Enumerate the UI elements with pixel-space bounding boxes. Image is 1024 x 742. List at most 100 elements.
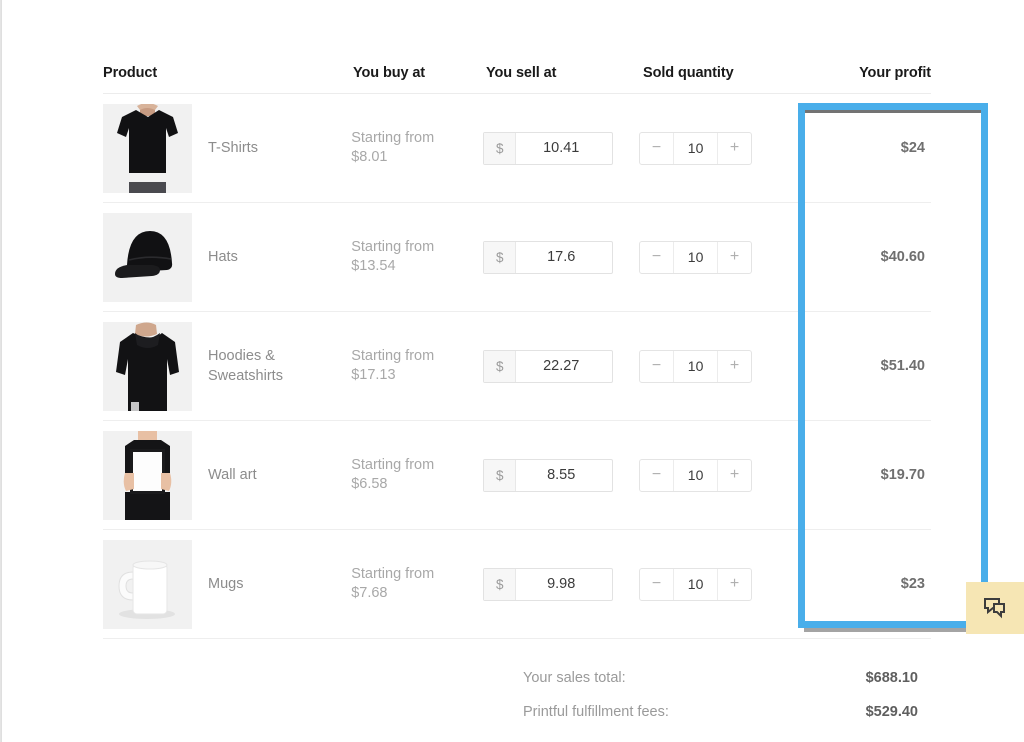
buy-price-prefix: Starting from xyxy=(351,457,435,473)
column-header-your-profit: Your profit xyxy=(859,65,931,81)
quantity-cell: − 10 + xyxy=(639,349,796,383)
product-cell: Hats xyxy=(103,212,351,302)
quantity-cell: − 10 + xyxy=(639,458,796,492)
sell-price-cell: $ 10.41 xyxy=(483,131,639,165)
quantity-cell: − 10 + xyxy=(639,131,796,165)
quantity-value[interactable]: 10 xyxy=(674,133,717,164)
profit-value: $40.60 xyxy=(880,249,925,265)
product-cell: T-Shirts xyxy=(103,103,351,193)
sell-price-value[interactable]: 9.98 xyxy=(516,569,612,600)
sell-price-value[interactable]: 17.6 xyxy=(516,242,612,273)
buy-price-value: $6.58 xyxy=(351,476,388,492)
fulfillment-fees-row: Printful fulfillment fees: $529.40 xyxy=(523,695,918,729)
currency-symbol: $ xyxy=(484,241,517,273)
quantity-cell: − 10 + xyxy=(639,240,796,274)
product-cell: Mugs xyxy=(103,539,351,629)
sales-total-row: Your sales total: $688.10 xyxy=(523,661,918,695)
sell-price-cell: $ 9.98 xyxy=(483,567,639,601)
mug-photo xyxy=(103,539,192,629)
buy-price-cell: Starting from $7.68 xyxy=(351,565,483,603)
buy-price-cell: Starting from $13.54 xyxy=(351,238,483,276)
currency-symbol: $ xyxy=(484,568,517,600)
buy-price-cell: Starting from $6.58 xyxy=(351,456,483,494)
minus-icon[interactable]: − xyxy=(640,568,675,600)
minus-icon[interactable]: − xyxy=(640,459,675,491)
currency-symbol: $ xyxy=(484,350,517,382)
product-name: Wall art xyxy=(208,467,257,483)
column-header-you-buy-at: You buy at xyxy=(353,65,426,81)
buy-price-value: $13.54 xyxy=(351,258,396,274)
buy-price-cell: Starting from $17.13 xyxy=(351,347,483,385)
sell-price-input[interactable]: $ 17.6 xyxy=(483,240,614,274)
minus-icon[interactable]: − xyxy=(640,132,675,164)
buy-price-prefix: Starting from xyxy=(351,348,435,364)
table-row: T-Shirts Starting from $8.01 $ 10.41 − 1… xyxy=(103,94,931,203)
plus-icon[interactable]: + xyxy=(717,459,751,491)
sell-price-value[interactable]: 22.27 xyxy=(516,351,612,382)
quantity-stepper[interactable]: − 10 + xyxy=(639,131,753,165)
sell-price-value[interactable]: 8.55 xyxy=(516,460,612,491)
column-header-product: Product xyxy=(103,65,158,81)
page-root: Product You buy at You sell at Sold quan… xyxy=(0,0,1024,742)
quantity-cell: − 10 + xyxy=(639,567,796,601)
table-row: Mugs Starting from $7.68 $ 9.98 − 10 + $… xyxy=(103,530,931,639)
quantity-stepper[interactable]: − 10 + xyxy=(639,567,753,601)
profit-value: $51.40 xyxy=(880,358,925,374)
minus-icon[interactable]: − xyxy=(640,350,675,382)
currency-symbol: $ xyxy=(484,132,517,164)
fulfillment-fees-value: $529.40 xyxy=(865,704,918,720)
sell-price-input[interactable]: $ 22.27 xyxy=(483,349,614,383)
table-row: Hats Starting from $13.54 $ 17.6 − 10 + … xyxy=(103,203,931,312)
sales-total-label: Your sales total: xyxy=(523,670,626,686)
minus-icon[interactable]: − xyxy=(640,241,675,273)
profit-value: $19.70 xyxy=(880,467,925,483)
product-cell: Wall art xyxy=(103,430,351,520)
sell-price-value[interactable]: 10.41 xyxy=(516,133,612,164)
buy-price-value: $17.13 xyxy=(351,367,396,383)
profit-calculator-table: Product You buy at You sell at Sold quan… xyxy=(103,40,931,729)
product-cell: Hoodies & Sweatshirts xyxy=(103,321,351,411)
sales-total-value: $688.10 xyxy=(865,670,918,686)
buy-price-prefix: Starting from xyxy=(351,566,435,582)
currency-symbol: $ xyxy=(484,459,517,491)
plus-icon[interactable]: + xyxy=(717,132,751,164)
sell-price-input[interactable]: $ 10.41 xyxy=(483,131,614,165)
hoodie-photo xyxy=(103,321,192,411)
chat-widget-button[interactable] xyxy=(966,582,1024,634)
column-header-sold-quantity: Sold quantity xyxy=(643,65,734,81)
plus-icon[interactable]: + xyxy=(717,350,751,382)
buy-price-prefix: Starting from xyxy=(351,130,435,146)
product-name: Hats xyxy=(208,249,238,265)
profit-value: $24 xyxy=(900,140,925,156)
profit-value: $23 xyxy=(900,576,925,592)
table-header-row: Product You buy at You sell at Sold quan… xyxy=(103,40,931,94)
tshirt-photo xyxy=(103,103,192,193)
quantity-stepper[interactable]: − 10 + xyxy=(639,458,753,492)
sell-price-input[interactable]: $ 8.55 xyxy=(483,458,614,492)
plus-icon[interactable]: + xyxy=(717,568,751,600)
table-row: Hoodies & Sweatshirts Starting from $17.… xyxy=(103,312,931,421)
wallart-photo xyxy=(103,430,192,520)
sell-price-cell: $ 17.6 xyxy=(483,240,639,274)
sell-price-cell: $ 22.27 xyxy=(483,349,639,383)
quantity-stepper[interactable]: − 10 + xyxy=(639,240,753,274)
buy-price-value: $8.01 xyxy=(351,149,388,165)
quantity-stepper[interactable]: − 10 + xyxy=(639,349,753,383)
fulfillment-fees-label: Printful fulfillment fees: xyxy=(523,704,669,720)
buy-price-cell: Starting from $8.01 xyxy=(351,129,483,167)
column-header-you-sell-at: You sell at xyxy=(486,65,557,81)
sell-price-input[interactable]: $ 9.98 xyxy=(483,567,614,601)
quantity-value[interactable]: 10 xyxy=(674,460,717,491)
quantity-value[interactable]: 10 xyxy=(674,351,717,382)
product-name: T-Shirts xyxy=(208,140,258,156)
hat-photo xyxy=(103,212,192,302)
chat-bubble-icon xyxy=(984,598,1005,619)
buy-price-prefix: Starting from xyxy=(351,239,435,255)
product-name: Mugs xyxy=(208,576,244,592)
quantity-value[interactable]: 10 xyxy=(674,569,717,600)
totals-section: Your sales total: $688.10 Printful fulfi… xyxy=(523,661,918,729)
buy-price-value: $7.68 xyxy=(351,585,388,601)
plus-icon[interactable]: + xyxy=(717,241,751,273)
table-row: Wall art Starting from $6.58 $ 8.55 − 10… xyxy=(103,421,931,530)
quantity-value[interactable]: 10 xyxy=(674,242,717,273)
